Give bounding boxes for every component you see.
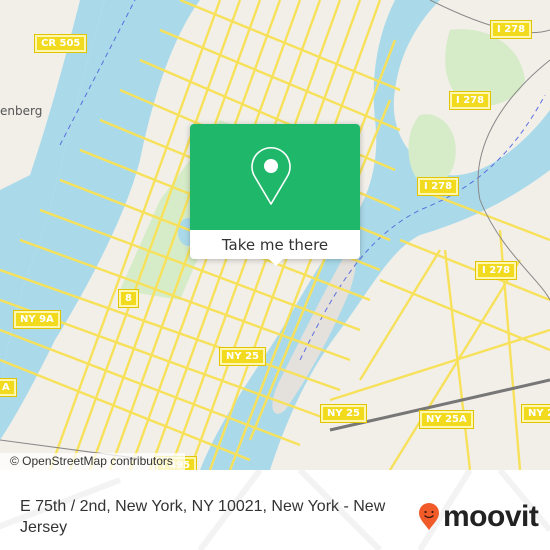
moovit-pin-smiley-icon [419, 503, 439, 530]
route-shield: I 278 [474, 261, 518, 280]
route-shield: CR 505 [33, 34, 88, 53]
route-shield: I 278 [416, 177, 460, 196]
route-shield: A [0, 378, 17, 397]
popup-header [190, 124, 360, 230]
map-attribution[interactable]: © OpenStreetMap contributors [0, 453, 185, 470]
route-shield: NY 25 [319, 404, 368, 423]
map-pin-icon [251, 147, 291, 205]
take-me-there-button[interactable]: Take me there [190, 230, 360, 259]
moovit-logo[interactable]: moovit [418, 500, 539, 533]
route-shield: NY 25A [419, 410, 474, 429]
route-shield: I 278 [489, 20, 533, 39]
wards-island [408, 114, 456, 185]
route-shield: I 278 [448, 91, 492, 110]
route-shield: NY 25 [218, 347, 267, 366]
location-popup: Take me there [190, 124, 360, 266]
brand-name: moovit [443, 500, 539, 533]
route-shield: NY 25 [520, 404, 550, 423]
route-shield: 8 [118, 289, 139, 308]
popup-pointer [268, 258, 284, 266]
address-text: E 75th / 2nd, New York, NY 10021, New Yo… [20, 498, 386, 536]
place-label: enberg [0, 104, 43, 118]
route-shield: NY 9A [13, 310, 61, 329]
